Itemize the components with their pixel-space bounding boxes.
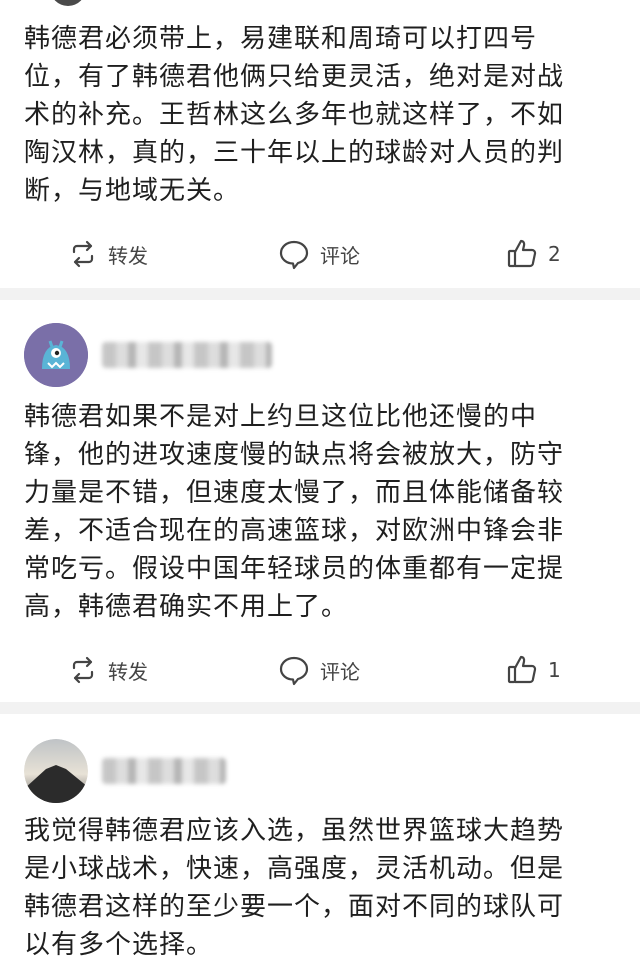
comment-button[interactable]: 评论 <box>278 234 360 274</box>
thumbs-up-icon <box>507 239 537 268</box>
action-bar: 转发 评论 1 <box>0 650 640 690</box>
repost-button[interactable]: 转发 <box>68 234 148 274</box>
mountain-avatar-icon <box>24 739 88 803</box>
avatar[interactable] <box>50 0 86 6</box>
comment-icon <box>279 656 309 686</box>
avatar[interactable] <box>24 323 88 387</box>
comment-label: 评论 <box>320 243 360 268</box>
comment-label: 评论 <box>320 659 360 684</box>
separator <box>0 702 640 714</box>
like-button[interactable]: 2 <box>506 234 561 274</box>
repost-label: 转发 <box>108 243 148 268</box>
comment-text: 我觉得韩德君应该入选，虽然世界篮球大趋势 是小球战术，快速，高强度，灵活机动。但… <box>24 816 565 960</box>
action-bar: 转发 评论 2 <box>0 234 640 274</box>
comment-button[interactable]: 评论 <box>278 650 360 690</box>
comment-text: 韩德君必须带上，易建联和周琦可以打四号 位，有了韩德君他俩只给更灵活，绝对是对战… <box>24 24 565 206</box>
comment-card-1: 韩德君必须带上，易建联和周琦可以打四号 位，有了韩德君他俩只给更灵活，绝对是对战… <box>0 0 640 288</box>
username-blurred[interactable] <box>102 342 272 368</box>
repost-icon <box>72 656 94 684</box>
username-blurred[interactable] <box>102 758 226 784</box>
comment-card-2: 韩德君如果不是对上约旦这位比他还慢的中 锋，他的进攻速度慢的缺点将会被放大，防守… <box>0 300 640 702</box>
monster-avatar-icon <box>24 323 88 387</box>
comment-text: 韩德君如果不是对上约旦这位比他还慢的中 锋，他的进攻速度慢的缺点将会被放大，防守… <box>24 402 565 622</box>
comment-header <box>24 738 226 804</box>
comment-card-3: 我觉得韩德君应该入选，虽然世界篮球大趋势 是小球战术，快速，高强度，灵活机动。但… <box>0 714 640 974</box>
like-button[interactable]: 1 <box>506 650 561 690</box>
repost-icon <box>72 240 94 268</box>
repost-label: 转发 <box>108 659 148 684</box>
thumbs-up-icon <box>507 655 537 684</box>
separator <box>0 288 640 300</box>
like-count: 1 <box>548 658 561 682</box>
repost-button[interactable]: 转发 <box>68 650 148 690</box>
avatar[interactable] <box>24 739 88 803</box>
comment-icon <box>279 240 309 270</box>
like-count: 2 <box>548 242 561 266</box>
comment-header <box>24 322 272 388</box>
